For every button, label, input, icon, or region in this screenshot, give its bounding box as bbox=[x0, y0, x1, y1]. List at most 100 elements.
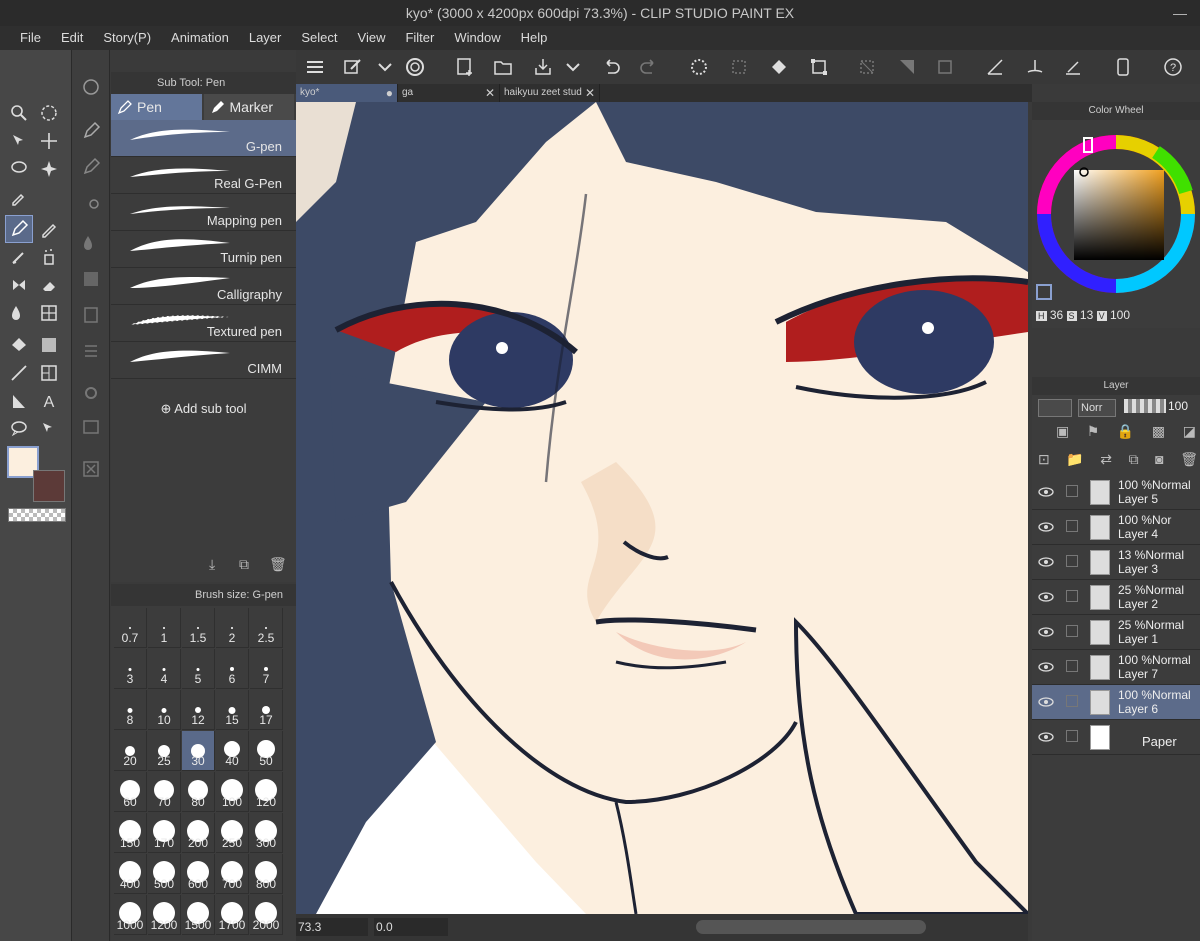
mask-icon[interactable]: ◪ bbox=[1183, 423, 1196, 440]
delete-layer-icon[interactable]: 🗑 bbox=[1180, 451, 1198, 468]
close-icon[interactable]: ✕ bbox=[585, 84, 595, 102]
eye-icon[interactable] bbox=[1038, 555, 1054, 569]
layer-mask-icon[interactable]: ◙ bbox=[1155, 451, 1163, 468]
brush-size-option[interactable]: 20 bbox=[114, 731, 147, 771]
duplicate-icon[interactable]: ⧉ bbox=[239, 556, 249, 573]
brush-size-option[interactable]: 2000 bbox=[250, 895, 283, 935]
layer-lock-checkbox[interactable] bbox=[1066, 555, 1078, 567]
eye-icon[interactable] bbox=[1038, 730, 1054, 744]
brush-size-option[interactable]: 250 bbox=[216, 813, 249, 853]
eye-icon[interactable] bbox=[1038, 625, 1054, 639]
menu-help[interactable]: Help bbox=[511, 26, 558, 50]
opacity-slider[interactable] bbox=[1124, 399, 1166, 413]
loading-icon[interactable] bbox=[686, 54, 712, 80]
brush-size-option[interactable]: 6 bbox=[216, 649, 249, 689]
h-value[interactable]: 36 bbox=[1050, 308, 1063, 322]
quick-access-icon[interactable] bbox=[340, 54, 366, 80]
figure-tool-icon[interactable] bbox=[6, 360, 32, 386]
reference-icon[interactable]: ⚑ bbox=[1087, 423, 1100, 440]
clip-studio-icon[interactable] bbox=[402, 54, 428, 80]
pen-tool-icon[interactable] bbox=[5, 215, 33, 243]
paper-layer-row[interactable]: Paper bbox=[1032, 720, 1200, 755]
sub-tool-mapping-pen[interactable]: Mapping pen bbox=[111, 194, 296, 231]
ruler-snap-icon[interactable] bbox=[982, 54, 1008, 80]
brush-size-option[interactable]: 300 bbox=[250, 813, 283, 853]
brush-size-option[interactable]: 12 bbox=[182, 690, 215, 730]
menu-select[interactable]: Select bbox=[291, 26, 347, 50]
brush-size-option[interactable]: 25 bbox=[148, 731, 181, 771]
balloon-tool-icon[interactable] bbox=[6, 416, 32, 442]
opacity-value[interactable]: 100 bbox=[1168, 399, 1188, 413]
menu-edit[interactable]: Edit bbox=[51, 26, 93, 50]
brush-size-option[interactable]: 15 bbox=[216, 690, 249, 730]
eye-icon[interactable] bbox=[1038, 590, 1054, 604]
brush-size-option[interactable]: 17 bbox=[250, 690, 283, 730]
text-tool-icon[interactable]: A bbox=[36, 388, 62, 414]
pen-stabilize-icon[interactable] bbox=[78, 188, 104, 214]
sub-tool-cimm[interactable]: CIMM bbox=[111, 342, 296, 379]
layer-lock-checkbox[interactable] bbox=[1066, 520, 1078, 532]
move-layer-icon[interactable] bbox=[36, 128, 62, 154]
layer-lock-checkbox[interactable] bbox=[1066, 695, 1078, 707]
tab-kyo[interactable]: kyo* ● bbox=[296, 84, 398, 102]
lasso-tool-icon[interactable] bbox=[6, 156, 32, 182]
layer-row[interactable]: 100 %Normal Layer 6 bbox=[1032, 685, 1200, 720]
drawing-canvas[interactable] bbox=[296, 102, 1028, 914]
clear-icon[interactable] bbox=[726, 54, 752, 80]
brush-tool-icon[interactable] bbox=[6, 244, 32, 270]
brush-size-option[interactable]: 3 bbox=[114, 649, 147, 689]
pen-group-icon[interactable] bbox=[78, 118, 104, 144]
layer-row[interactable]: 100 %Nor Layer 4 bbox=[1032, 510, 1200, 545]
clip-icon[interactable]: ▣ bbox=[1056, 423, 1069, 440]
minimize-icon[interactable]: — bbox=[1160, 0, 1200, 26]
brush-size-option[interactable]: 1200 bbox=[148, 895, 181, 935]
layer-lock-checkbox[interactable] bbox=[1066, 660, 1078, 672]
brush-size-option[interactable]: 1 bbox=[148, 608, 181, 648]
brush-snap-icon[interactable] bbox=[1022, 54, 1048, 80]
menu-story[interactable]: Story(P) bbox=[93, 26, 161, 50]
pen-settings-icon[interactable] bbox=[78, 154, 104, 180]
unsaved-dot-icon[interactable]: ● bbox=[386, 84, 393, 102]
eye-icon[interactable] bbox=[1038, 485, 1054, 499]
brush-size-option[interactable]: 500 bbox=[148, 854, 181, 894]
brush-size-option[interactable]: 120 bbox=[250, 772, 283, 812]
sub-tool-turnip-pen[interactable]: Turnip pen bbox=[111, 231, 296, 268]
operation-tool-icon[interactable] bbox=[36, 416, 62, 442]
tab-ga[interactable]: ga ✕ bbox=[398, 84, 500, 102]
hamburger-menu-icon[interactable] bbox=[302, 54, 328, 80]
save-icon[interactable] bbox=[530, 54, 556, 80]
menu-filter[interactable]: Filter bbox=[395, 26, 444, 50]
open-file-icon[interactable] bbox=[490, 54, 516, 80]
brush-size-option[interactable]: 170 bbox=[148, 813, 181, 853]
brush-size-option[interactable]: 800 bbox=[250, 854, 283, 894]
layer-lock-checkbox[interactable] bbox=[1066, 730, 1078, 742]
tab-haikyuu[interactable]: haikyuu zeet stud ✕ bbox=[500, 84, 600, 102]
layer-lock-checkbox[interactable] bbox=[1066, 485, 1078, 497]
brush-size-option[interactable]: 2 bbox=[216, 608, 249, 648]
eraser-icon[interactable] bbox=[36, 272, 62, 298]
lock-icon[interactable]: 🔒 bbox=[1117, 423, 1134, 440]
lock-transparent-icon[interactable]: ▩ bbox=[1152, 423, 1165, 440]
transfer-icon[interactable]: ⇄ bbox=[1100, 451, 1112, 468]
eyedropper-icon[interactable] bbox=[6, 184, 32, 210]
sub-tool-group-icon[interactable] bbox=[78, 74, 104, 100]
brush-size-option[interactable]: 50 bbox=[250, 731, 283, 771]
brush-size-option[interactable]: 100 bbox=[216, 772, 249, 812]
close-icon[interactable]: ✕ bbox=[485, 84, 495, 102]
fill-icon[interactable] bbox=[766, 54, 792, 80]
undo-icon[interactable] bbox=[598, 54, 624, 80]
redo-icon[interactable] bbox=[636, 54, 662, 80]
brush-size-option[interactable]: 400 bbox=[114, 854, 147, 894]
film-icon[interactable] bbox=[78, 302, 104, 328]
sub-color-swatch[interactable] bbox=[33, 470, 65, 502]
color-wheel-icon[interactable] bbox=[1036, 122, 1196, 307]
ruler-tool-icon[interactable] bbox=[36, 360, 62, 386]
brush-size-option[interactable]: 1700 bbox=[216, 895, 249, 935]
brush-size-option[interactable]: 40 bbox=[216, 731, 249, 771]
brush-size-option[interactable]: 150 bbox=[114, 813, 147, 853]
merge-icon[interactable]: ⧉ bbox=[1129, 451, 1139, 468]
transparent-color-swatch[interactable] bbox=[8, 508, 66, 522]
layer-row[interactable]: 100 %Normal Layer 7 bbox=[1032, 650, 1200, 685]
list-icon[interactable] bbox=[78, 338, 104, 364]
selection-area-icon[interactable] bbox=[932, 54, 958, 80]
